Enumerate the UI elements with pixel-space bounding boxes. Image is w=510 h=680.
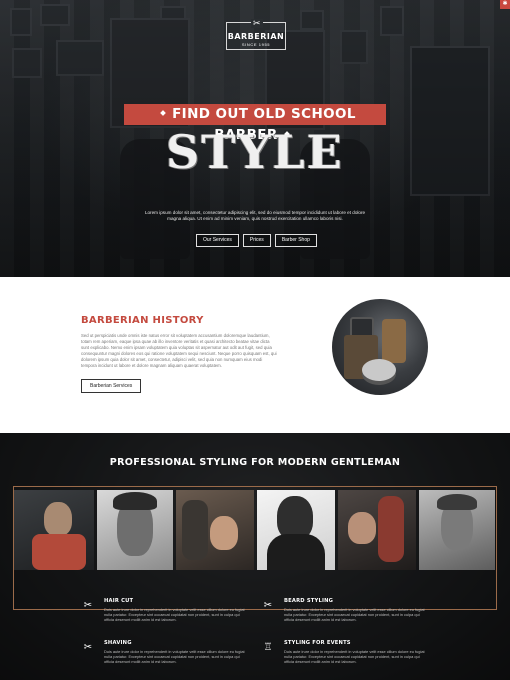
client-head — [210, 516, 238, 550]
grooming-products-photo — [332, 299, 428, 395]
service-text: Duis aute irure dolor in reprehenderit i… — [104, 649, 245, 664]
barber-shop-button[interactable]: Barber Shop — [274, 234, 317, 247]
brand-logo[interactable]: ✂ BARBERIAN SINCE 1955 — [226, 18, 286, 50]
hero-tagline-ribbon: FIND OUT OLD SCHOOL BARBER — [124, 104, 386, 143]
styling-section: PROFESSIONAL STYLING FOR MODERN GENTLEMA… — [0, 433, 510, 680]
barber-cape — [32, 534, 86, 570]
service-text: Duis aute irure dolor in reprehenderit i… — [284, 607, 425, 622]
gallery-frame — [13, 486, 497, 610]
client-head — [44, 502, 72, 536]
prices-button[interactable]: Prices — [242, 234, 271, 247]
gallery-photo[interactable] — [176, 490, 254, 570]
client-head — [348, 512, 376, 544]
styling-title: PROFESSIONAL STYLING FOR MODERN GENTLEMA… — [109, 457, 401, 468]
service-title: HAIR CUT — [104, 598, 134, 604]
model-hair — [113, 492, 157, 510]
gallery-photo[interactable] — [97, 490, 173, 570]
barberian-services-button[interactable]: Barberian Services — [81, 379, 142, 393]
scissors-icon: ✂ — [251, 18, 263, 28]
gallery-photo[interactable] — [257, 490, 335, 570]
hero-section: ✱ ✂ BARBERIAN SINCE 1955 FIND OUT OLD SC… — [0, 0, 510, 277]
pomade-tin — [362, 359, 396, 381]
hero-buttons: Our Services Prices Barber Shop — [196, 234, 317, 247]
corner-menu-icon[interactable]: ✱ — [500, 0, 510, 9]
service-title: BEARD STYLING — [284, 598, 334, 604]
barber-figure — [182, 500, 208, 560]
shaving-brush — [382, 319, 406, 363]
hero-text: Lorem ipsum dolor sit amet, consectetur … — [144, 210, 366, 221]
barber-chair-icon: ♖ — [263, 642, 273, 653]
gallery-photo[interactable] — [419, 490, 495, 570]
barber-figure — [378, 496, 404, 562]
service-title: STYLING FOR EVENTS — [284, 640, 351, 646]
razor-icon: ✂ — [83, 642, 93, 653]
diamond-icon — [160, 110, 166, 116]
history-section: BARBERIAN HISTORY Sed ut perspiciatis un… — [0, 277, 510, 433]
scissors-icon: ✂ — [83, 600, 93, 611]
service-title: SHAVING — [104, 640, 132, 646]
service-text: Duis aute irure dolor in reprehenderit i… — [104, 607, 245, 622]
history-title: BARBERIAN HISTORY — [81, 315, 204, 326]
scissors-icon: ✂ — [263, 600, 273, 611]
history-text: Sed ut perspiciatis unde omnis iste natu… — [81, 333, 277, 368]
gallery-photo[interactable] — [338, 490, 416, 570]
service-text: Duis aute irure dolor in reprehenderit i… — [284, 649, 425, 664]
page: ✱ ✂ BARBERIAN SINCE 1955 FIND OUT OLD SC… — [0, 0, 510, 680]
our-services-button[interactable]: Our Services — [196, 234, 239, 247]
brand-name: BARBERIAN — [227, 32, 285, 41]
gallery-photo[interactable] — [14, 490, 94, 570]
model-hair — [437, 494, 477, 510]
brand-since: SINCE 1955 — [241, 42, 271, 47]
model-shoulders — [267, 534, 325, 570]
hero-headline: STYLE — [166, 125, 344, 179]
